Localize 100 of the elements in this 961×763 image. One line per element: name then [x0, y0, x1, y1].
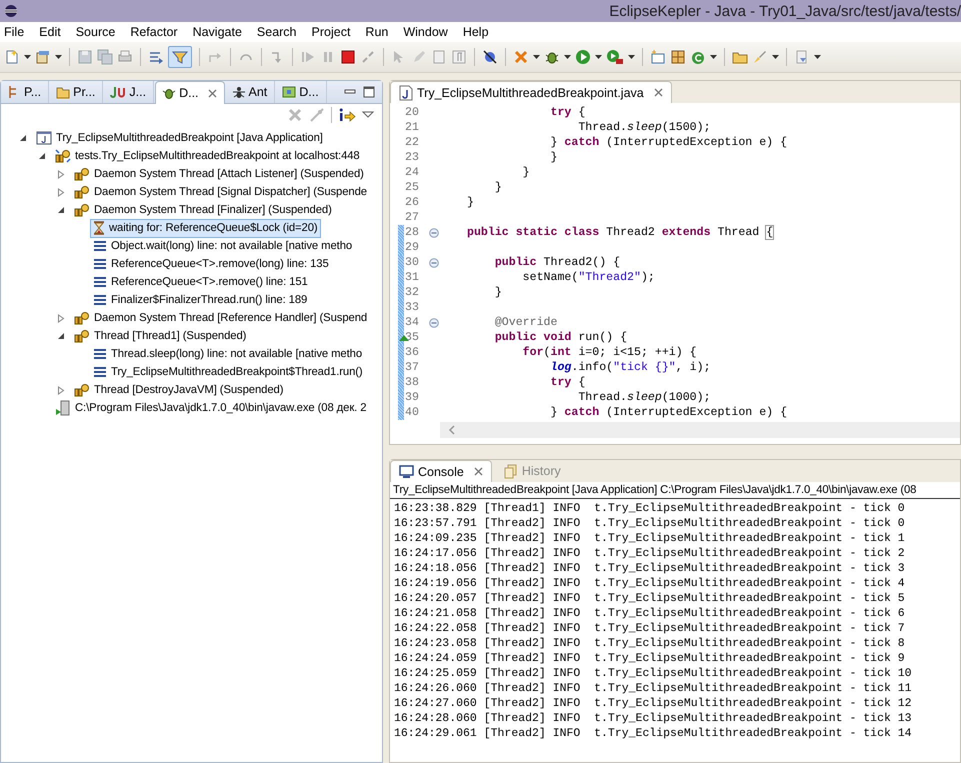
menu-item[interactable]: Edit [39, 25, 61, 39]
code-line: for(int i=0; i<15; ++i) { [522, 346, 697, 359]
new-file-icon[interactable] [4, 49, 20, 65]
console-tab[interactable]: Console [390, 460, 492, 482]
tree-item[interactable]: waiting for: ReferenceQueue$Lock (id=20) [90, 218, 321, 238]
maximize-icon[interactable] [362, 86, 376, 98]
close-icon[interactable] [474, 467, 483, 476]
tree-item[interactable]: ReferenceQueue<T>.remove(long) line: 135 [90, 254, 332, 274]
collapsed-arrow-icon[interactable] [57, 314, 65, 322]
tree-item[interactable]: Daemon System Thread [Attach Listener] (Suspended) [71, 164, 367, 184]
menu-item[interactable]: Refactor [130, 25, 178, 39]
close-icon[interactable] [654, 88, 663, 97]
run-icon[interactable] [575, 49, 591, 65]
dropdown-caret-icon[interactable] [533, 55, 540, 59]
fold-icon[interactable] [429, 318, 439, 328]
horizontal-scrollbar[interactable] [440, 422, 960, 438]
expanded-arrow-icon[interactable] [57, 332, 65, 340]
tree-item[interactable]: Thread.sleep(long) line: not available [native metho [90, 344, 366, 364]
expanded-arrow-icon[interactable] [57, 206, 65, 214]
view-tab[interactable]: J... [104, 81, 154, 103]
menu-item[interactable]: Run [365, 25, 388, 39]
editor-tab[interactable]: Try_EclipseMultithreadedBreakpoint.java [390, 81, 672, 103]
tree-item[interactable]: Daemon System Thread [Finalizer] (Suspended) [71, 200, 335, 220]
window-title: EclipseKepler - Java - Try01_Java/src/test/java/tests/ [609, 2, 961, 20]
menu-item[interactable]: Search [256, 25, 297, 39]
view-tab[interactable]: D... [155, 81, 225, 104]
filter-toggle-icon[interactable] [168, 46, 192, 68]
tree-item[interactable]: ReferenceQueue<T>.remove() line: 151 [90, 272, 311, 292]
dropdown-caret-icon[interactable] [628, 55, 635, 59]
console-output-line: 16:24:21.058 [Thread2] INFO t.Try_EclipseMultithreadedBreakpoint - tick 6 [394, 606, 906, 621]
menu-item[interactable]: Source [76, 25, 116, 39]
step-filter-icon[interactable] [338, 107, 356, 123]
new-c-icon[interactable] [690, 49, 706, 65]
dropdown-caret-icon[interactable] [55, 55, 62, 59]
view-tab[interactable]: D... [276, 81, 327, 103]
view-tab[interactable]: Ant [226, 81, 276, 103]
ant-icon [232, 85, 246, 99]
code-line: } [494, 286, 502, 299]
collapsed-arrow-icon[interactable] [57, 170, 65, 178]
new-class-icon[interactable] [650, 49, 666, 65]
bug-icon [162, 86, 176, 100]
close-icon[interactable] [208, 88, 217, 98]
tree-item[interactable]: Daemon System Thread [Signal Dispatcher] (Suspende [71, 182, 370, 202]
code-line: } [522, 166, 530, 179]
history-pages-icon [504, 464, 518, 478]
console-output-line: 16:23:57.791 [Thread2] INFO t.Try_EclipseMultithreadedBreakpoint - tick 0 [394, 516, 906, 531]
dropdown-caret-icon[interactable] [814, 55, 821, 59]
tree-item[interactable]: Thread [Thread1] (Suspended) [71, 326, 250, 346]
tree-item[interactable]: Thread [DestroyJavaVM] (Suspended) [71, 380, 286, 400]
dropdown-caret-icon[interactable] [564, 55, 571, 59]
process-icon [55, 400, 71, 416]
dropdown-caret-icon[interactable] [710, 55, 717, 59]
expanded-arrow-icon[interactable] [38, 152, 46, 160]
line-number: 34 [404, 316, 420, 329]
menu-item[interactable]: Window [403, 25, 448, 39]
view-menu-icon[interactable] [362, 111, 374, 119]
fold-icon[interactable] [429, 258, 439, 268]
thread-gear-icon [74, 203, 90, 217]
code-line: } [467, 196, 474, 209]
code-line: try { [549, 376, 586, 389]
menu-item[interactable]: Help [462, 25, 489, 39]
view-tab[interactable]: P... [1, 81, 50, 103]
run-external-icon[interactable] [606, 49, 624, 65]
menu-item[interactable]: Project [312, 25, 350, 39]
line-number: 24 [404, 166, 420, 179]
collapsed-arrow-icon[interactable] [57, 188, 65, 196]
console-output-line: 16:24:29.061 [Thread2] INFO t.Try_EclipseMultithreadedBreakpoint - tick 14 [394, 726, 913, 741]
menu-item[interactable]: File [4, 25, 24, 39]
console-output-line: 16:23:38.829 [Thread1] INFO t.Try_EclipseMultithreadedBreakpoint - tick 0 [394, 501, 906, 516]
package-box-icon[interactable] [670, 49, 686, 65]
line-number: 36 [404, 346, 420, 359]
dropdown-caret-icon[interactable] [595, 55, 602, 59]
console-output-line: 16:24:20.057 [Thread2] INFO t.Try_EclipseMultithreadedBreakpoint - tick 5 [394, 591, 906, 606]
console-output-line: 16:24:18.056 [Thread2] INFO t.Try_EclipseMultithreadedBreakpoint - tick 3 [394, 561, 906, 576]
dropdown-caret-icon[interactable] [772, 55, 779, 59]
view-tab[interactable]: Pr... [50, 81, 104, 103]
dropdown-caret-icon[interactable] [24, 55, 31, 59]
tree-item[interactable]: Daemon System Thread [Reference Handler] (Suspend [71, 308, 370, 328]
thread-gear-icon [74, 329, 90, 343]
line-number: 38 [404, 376, 420, 389]
tree-item[interactable]: C:\Program Files\Java\jdk1.7.0_40\bin\javaw.exe (08 дек. 2 [52, 398, 370, 418]
code-line: } catch (InterruptedException e) { [549, 406, 788, 419]
new-package-icon[interactable] [35, 49, 51, 65]
skip-breakpoints-icon[interactable] [482, 49, 498, 65]
code-line: public static class Thread2 extends Thread { [467, 226, 774, 239]
collapsed-arrow-icon[interactable] [57, 386, 65, 394]
tree-item[interactable]: Try_EclipseMultithreadedBreakpoint$Thread1.run() [90, 362, 366, 382]
stack-frame-icon [93, 348, 107, 360]
tree-item[interactable]: Object.wait(long) line: not available [native metho [90, 236, 356, 256]
line-number: 28 [404, 226, 420, 239]
menu-item[interactable]: Navigate [192, 25, 242, 39]
scroll-left-icon[interactable] [448, 425, 456, 435]
paragraph-icon[interactable] [451, 49, 467, 65]
tree-item[interactable]: Try_EclipseMultithreadedBreakpoint [Java Application] [33, 128, 326, 148]
fold-icon[interactable] [429, 228, 439, 238]
expanded-arrow-icon[interactable] [19, 134, 27, 142]
line-number: 29 [404, 241, 420, 254]
tree-item[interactable]: tests.Try_EclipseMultithreadedBreakpoint at localhost:448 [52, 146, 363, 166]
tree-item[interactable]: Finalizer$FinalizerThread.run() line: 189 [90, 290, 310, 310]
stop-icon[interactable] [340, 49, 356, 65]
